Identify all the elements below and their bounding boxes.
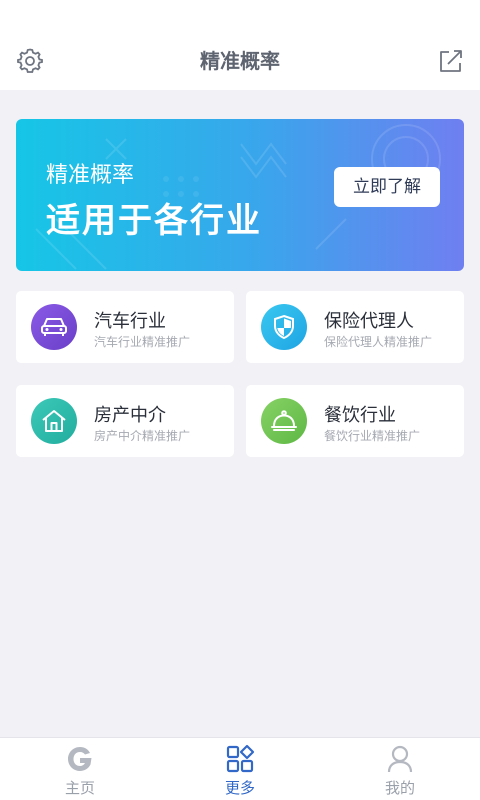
category-card-auto[interactable]: 汽车行业 汽车行业精准推广 bbox=[16, 291, 234, 363]
category-title: 餐饮行业 bbox=[324, 405, 396, 426]
category-title: 房产中介 bbox=[94, 405, 166, 426]
category-subtitle: 餐饮行业精准推广 bbox=[324, 429, 421, 443]
shield-icon bbox=[261, 304, 307, 350]
category-subtitle: 房产中介精准推广 bbox=[94, 429, 191, 443]
car-icon bbox=[31, 304, 77, 350]
bottom-tab-bar: 主页 更多 我的 bbox=[0, 737, 480, 800]
house-icon bbox=[31, 398, 77, 444]
banner-subtitle: 精准概率 bbox=[46, 163, 135, 188]
promo-banner[interactable]: 精准概率 适用于各行业 立即了解 bbox=[16, 119, 464, 271]
page-title: 精准概率 bbox=[200, 49, 280, 73]
category-title: 保险代理人 bbox=[324, 311, 414, 332]
learn-more-button[interactable]: 立即了解 bbox=[334, 167, 440, 207]
home-logo-icon bbox=[64, 743, 96, 775]
tab-mine[interactable]: 我的 bbox=[320, 738, 480, 800]
tab-home[interactable]: 主页 bbox=[0, 738, 160, 800]
share-icon bbox=[440, 50, 462, 72]
category-subtitle: 保险代理人精准推广 bbox=[324, 335, 433, 349]
category-card-insurance[interactable]: 保险代理人 保险代理人精准推广 bbox=[246, 291, 464, 363]
person-icon bbox=[384, 743, 416, 775]
grid-icon bbox=[224, 743, 256, 775]
category-card-catering[interactable]: 餐饮行业 餐饮行业精准推广 bbox=[246, 385, 464, 457]
category-card-real-estate[interactable]: 房产中介 房产中介精准推广 bbox=[16, 385, 234, 457]
tab-more[interactable]: 更多 bbox=[160, 738, 320, 800]
tab-label: 我的 bbox=[384, 779, 415, 797]
category-subtitle: 汽车行业精准推广 bbox=[94, 335, 191, 349]
tab-label: 主页 bbox=[64, 779, 95, 797]
top-bar: 精准概率 bbox=[0, 0, 480, 90]
tab-label: 更多 bbox=[224, 779, 255, 797]
category-title: 汽车行业 bbox=[94, 311, 166, 332]
banner-headline: 适用于各行业 bbox=[46, 201, 262, 241]
cloche-icon bbox=[261, 398, 307, 444]
share-button[interactable] bbox=[436, 46, 466, 76]
